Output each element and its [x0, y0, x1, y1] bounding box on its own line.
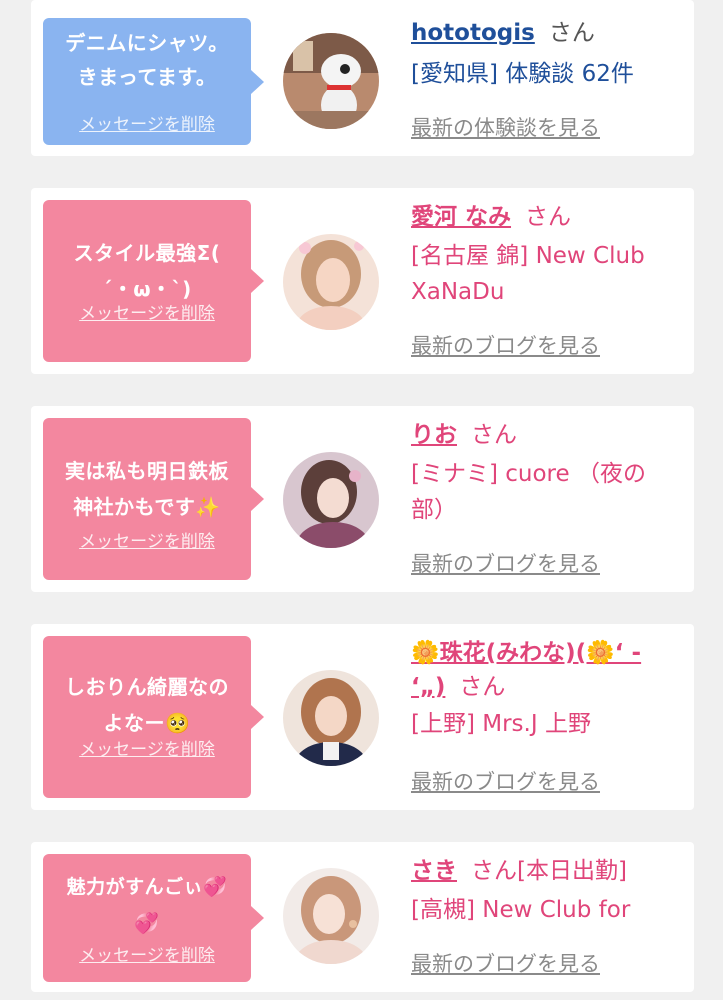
user-info: 🌼珠花(みわな)(🌼‘ - ‘„) さん [上野] Mrs.J 上野: [411, 636, 684, 742]
location-text: [高槻] New Club for: [411, 897, 631, 923]
location-line-1: [名古屋 錦] New Club: [411, 243, 645, 269]
honorific: さん[本日出勤]: [471, 858, 627, 884]
latest-blog-link[interactable]: 最新のブログを見る: [411, 948, 600, 978]
location-text: [愛知県] 体験談 62件: [411, 61, 634, 87]
honorific: さん: [471, 422, 517, 448]
message-bubble: 実は私も明日鉄板 神社かもです✨ メッセージを削除: [43, 418, 264, 580]
avatar[interactable]: [283, 868, 379, 964]
name-line-2: ‘„) さん: [411, 670, 684, 704]
user-info: りお さん [ミナミ] cuore （夜の 部）: [411, 418, 684, 528]
message-bubble: スタイル最強Σ( ´・ω・`) メッセージを削除: [43, 200, 264, 362]
user-name-link[interactable]: hototogis: [411, 20, 535, 46]
honorific: さん: [548, 20, 595, 46]
location-text: [上野] Mrs.J 上野: [411, 711, 591, 737]
message-line-1: デニムにシャツ。: [65, 31, 229, 55]
message-line-1: スタイル最強Σ(: [73, 241, 221, 265]
user-name-link[interactable]: 🌼珠花(みわな)(🌼‘ -: [411, 640, 641, 666]
message-line-1: しおりん綺麗なの: [65, 675, 229, 699]
favorite-card-4: しおりん綺麗なの よなー🥺 メッセージを削除 🌼珠花(みわな)(🌼‘ - ‘„)…: [31, 624, 694, 810]
avatar[interactable]: [283, 670, 379, 766]
delete-message-link[interactable]: メッセージを削除: [43, 941, 251, 966]
avatar[interactable]: [283, 33, 379, 129]
name-line: りお さん: [411, 418, 684, 452]
honorific: さん: [459, 674, 506, 700]
message-bubble: 魅力がすんごぃ💞 💞 メッセージを削除: [43, 854, 264, 982]
avatar[interactable]: [283, 452, 379, 548]
message-line-1: 実は私も明日鉄板: [65, 459, 229, 483]
favorite-card-2: スタイル最強Σ( ´・ω・`) メッセージを削除 愛河 なみ さん [名古屋 錦]…: [31, 188, 694, 374]
latest-review-link[interactable]: 最新の体験談を見る: [411, 112, 600, 142]
delete-message-link[interactable]: メッセージを削除: [43, 735, 251, 760]
name-line: hototogis さん: [411, 16, 684, 50]
location-line-2: 部）: [411, 497, 457, 523]
user-name-link[interactable]: りお: [411, 422, 457, 448]
user-name-link[interactable]: さき: [411, 858, 457, 884]
favorite-card-5: 魅力がすんごぃ💞 💞 メッセージを削除 さき さん[本日出勤] [高槻] New …: [31, 842, 694, 992]
delete-message-link[interactable]: メッセージを削除: [43, 110, 251, 135]
user-info: さき さん[本日出勤] [高槻] New Club for: [411, 854, 684, 928]
name-line: 愛河 なみ さん: [411, 200, 684, 234]
name-line: さき さん[本日出勤]: [411, 854, 684, 888]
name-line: 🌼珠花(みわな)(🌼‘ -: [411, 636, 684, 670]
location-line-1: [ミナミ] cuore （夜の: [411, 461, 646, 487]
message-bubble: しおりん綺麗なの よなー🥺 メッセージを削除: [43, 636, 264, 798]
honorific: さん: [525, 204, 572, 230]
user-info: 愛河 なみ さん [名古屋 錦] New Club XaNaDu: [411, 200, 684, 310]
delete-message-link[interactable]: メッセージを削除: [43, 299, 251, 324]
message-line-2: 神社かもです✨: [73, 495, 221, 519]
user-info: hototogis さん [愛知県] 体験談 62件: [411, 16, 684, 92]
delete-message-link[interactable]: メッセージを削除: [43, 527, 251, 552]
favorite-card-1: デニムにシャツ。 きまってます。 メッセージを削除 hototogis さん [愛…: [31, 0, 694, 156]
location-line-2: XaNaDu: [411, 279, 505, 305]
latest-blog-link[interactable]: 最新のブログを見る: [411, 766, 600, 796]
user-name-link[interactable]: 愛河 なみ: [411, 204, 511, 230]
user-name-link-cont[interactable]: ‘„): [411, 674, 445, 700]
latest-blog-link[interactable]: 最新のブログを見る: [411, 548, 600, 578]
message-bubble: デニムにシャツ。 きまってます。 メッセージを削除: [43, 18, 264, 145]
message-line-2: 💞: [134, 911, 160, 935]
favorite-card-3: 実は私も明日鉄板 神社かもです✨ メッセージを削除 りお さん [ミナミ] cuo…: [31, 406, 694, 592]
message-line-1: 魅力がすんごぃ💞: [66, 876, 228, 898]
avatar[interactable]: [283, 234, 379, 330]
latest-blog-link[interactable]: 最新のブログを見る: [411, 330, 600, 360]
message-line-2: きまってます。: [77, 65, 217, 89]
